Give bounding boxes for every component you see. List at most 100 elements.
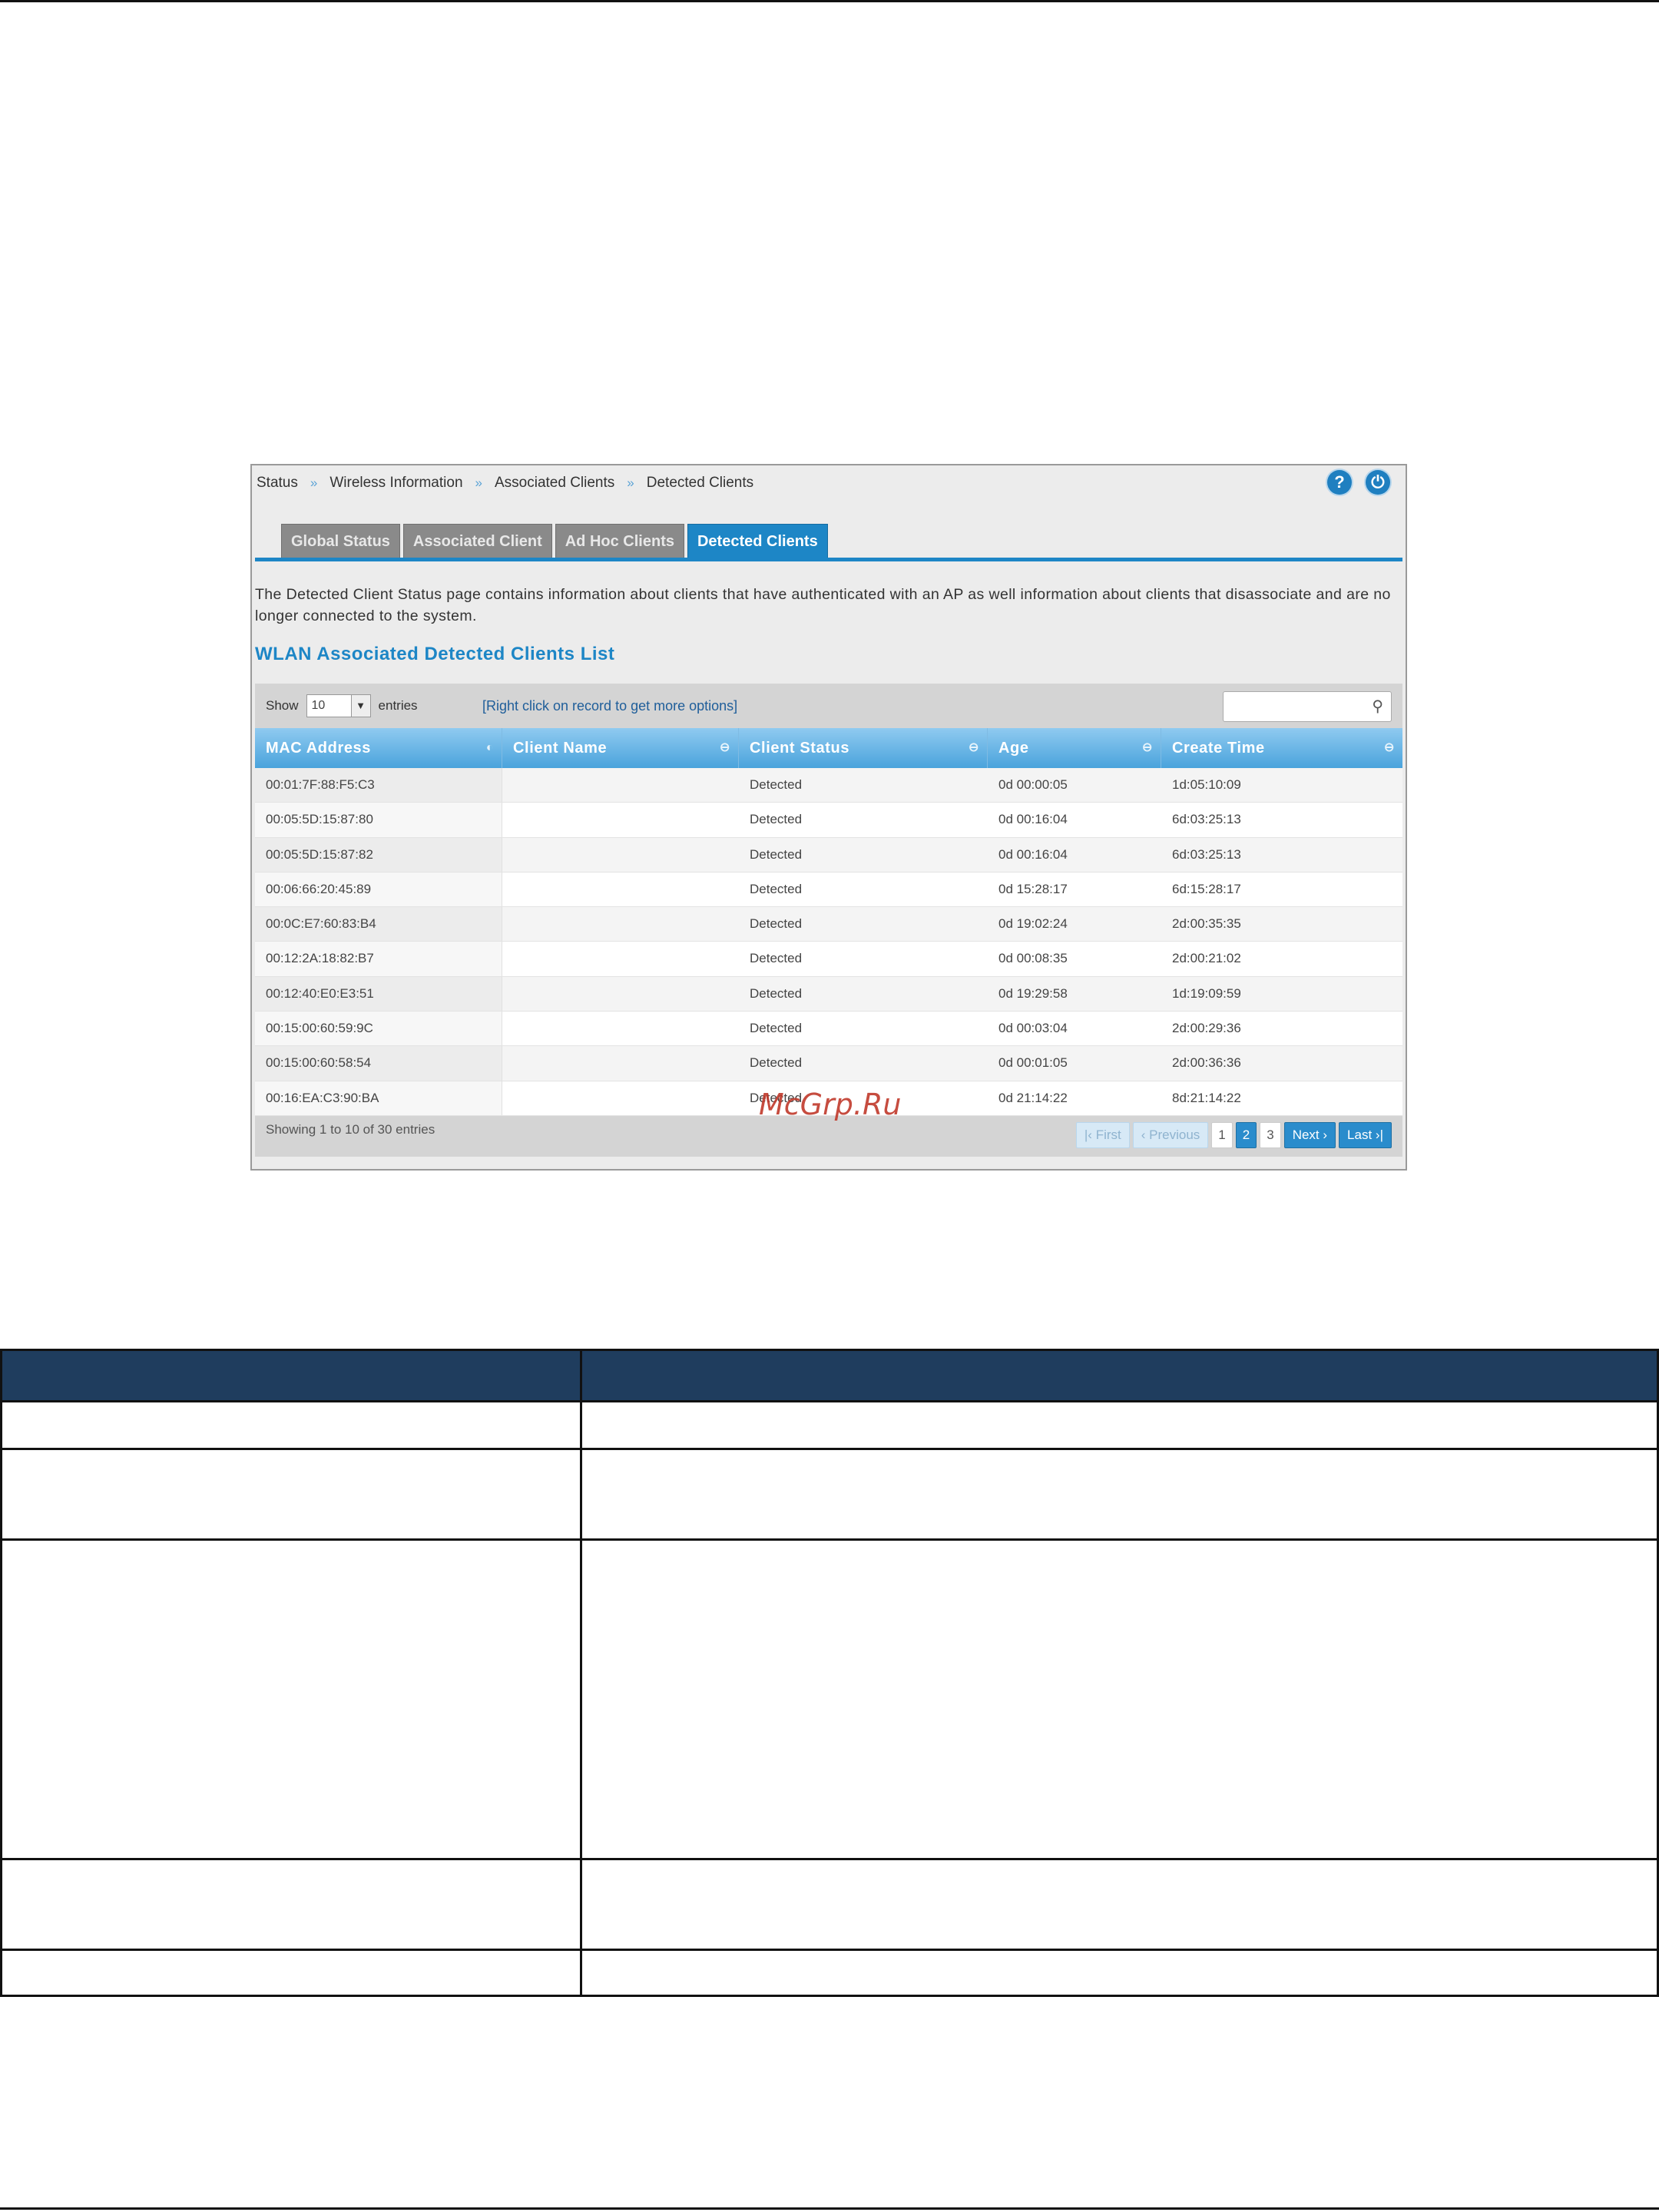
tab-associated-client[interactable]: Associated Client [402,524,552,558]
table-row[interactable]: 00:12:2A:18:82:B7 Detected 0d 00:08:35 2d:0… [255,942,1402,977]
description-table-row [0,1858,1659,1951]
show-label: Show [266,698,299,713]
top-rule [0,0,1659,2]
breadcrumb-separator: » [310,475,318,490]
cell-client-status: Detected [750,1021,803,1036]
column-header-client-status[interactable]: Client Status ⊖ [739,728,988,768]
cell-client-status: Detected [750,777,803,792]
sort-icon: ⊖ [1141,741,1153,754]
table-row[interactable]: 00:15:00:60:58:54 Detected 0d 00:01:05 2d:0… [255,1046,1402,1081]
table-row[interactable]: 00:01:7F:88:F5:C3 Detected 0d 00:00:05 1d:0… [255,768,1402,803]
cell-create-time: 6d:03:25:13 [1172,846,1241,862]
page-3-button[interactable]: 3 [1260,1122,1281,1148]
previous-page-button[interactable]: ‹ Previous [1132,1122,1209,1148]
cell-create-time: 6d:03:25:13 [1172,812,1241,827]
cell-client-status: Detected [750,812,803,827]
sort-icon: ⊖ [719,741,730,754]
column-header-age[interactable]: Age ⊖ [988,728,1161,768]
cell-age: 0d 00:16:04 [998,812,1068,827]
tab-global-status[interactable]: Global Status [281,524,400,558]
page-1-button[interactable]: 1 [1211,1122,1233,1148]
table-row[interactable]: 00:0C:E7:60:83:B4 Detected 0d 19:02:24 2d:0… [255,907,1402,942]
cell-client-status: Detected [750,1055,803,1071]
last-page-button[interactable]: Last ›| [1339,1122,1392,1148]
page-2-button[interactable]: 2 [1235,1122,1257,1148]
cell-mac-address: 00:12:40:E0:E3:51 [255,976,502,1012]
cell-mac-address: 00:12:2A:18:82:B7 [255,942,502,976]
entries-info: Showing 1 to 10 of 30 entries [266,1122,435,1137]
entries-label: entries [378,698,418,713]
description-table-row [0,1448,1659,1541]
watermark: McGrp.Ru [759,1088,902,1121]
description-table-row [0,1538,1659,1860]
table-row[interactable]: 00:12:40:E0:E3:51 Detected 0d 19:29:58 1d:1… [255,976,1402,1012]
search-input[interactable]: ⚲ [1223,691,1392,722]
cell-create-time: 2d:00:35:35 [1172,916,1241,932]
cell-age: 0d 00:03:04 [998,1021,1068,1036]
cell-client-status: Detected [750,881,803,896]
sort-icon: ⊖ [968,741,979,754]
entries-value: 10 [311,699,326,712]
next-page-button[interactable]: Next › [1283,1122,1336,1148]
column-header-create-time[interactable]: Create Time ⊖ [1161,728,1402,768]
description-table [0,1349,1659,1997]
page-description: The Detected Client Status page contains… [255,586,1391,624]
tab-underline [255,558,1402,561]
pagination: |‹ First ‹ Previous 1 2 3 Next › Last ›| [1075,1122,1392,1148]
right-click-hint: [Right click on record to get more optio… [482,698,738,714]
table-header: MAC Address ◐ Client Name ⊖ Client Status ⊖… [255,728,1402,768]
cell-mac-address: 00:15:00:60:58:54 [255,1046,502,1081]
sort-icon: ◐ [485,741,494,754]
cell-age: 0d 00:01:05 [998,1055,1068,1071]
cell-create-time: 1d:05:10:09 [1172,777,1241,792]
cell-client-name [502,1046,739,1080]
table-body: 00:01:7F:88:F5:C3 Detected 0d 00:00:05 1d:0… [255,768,1402,1116]
cell-client-status: Detected [750,846,803,862]
cell-client-name [502,768,739,802]
search-icon: ⚲ [1372,698,1383,715]
table-row[interactable]: 00:05:5D:15:87:82 Detected 0d 00:16:04 6d:0… [255,837,1402,873]
breadcrumb-item: Detected Clients [646,475,754,491]
breadcrumb-item[interactable]: Associated Clients [495,475,614,492]
cell-age: 0d 19:02:24 [998,916,1068,932]
header-cell [580,1349,1659,1402]
first-page-button[interactable]: |‹ First [1075,1122,1130,1148]
cell-create-time: 6d:15:28:17 [1172,881,1241,896]
table-row[interactable]: 00:06:66:20:45:89 Detected 0d 15:28:17 6d:1… [255,872,1402,908]
entries-select[interactable]: 10 ▼ [306,694,371,717]
cell-client-name [502,1012,739,1045]
clients-table: Show 10 ▼ entries [Right click on record… [255,684,1402,1157]
cell-client-status: Detected [750,916,803,932]
table-toolbar: Show 10 ▼ entries [Right click on record… [255,684,1402,728]
sort-icon: ⊖ [1383,741,1395,754]
tab-ad-hoc-clients[interactable]: Ad Hoc Clients [555,524,684,558]
cell-client-name [502,873,739,906]
cell-create-time: 2d:00:36:36 [1172,1055,1241,1071]
logout-icon[interactable]: ⏻ [1366,470,1390,495]
table-row[interactable]: 00:05:5D:15:87:80 Detected 0d 00:16:04 6d:0… [255,803,1402,838]
cell-age: 0d 00:08:35 [998,951,1068,966]
column-header-mac-address[interactable]: MAC Address ◐ [255,728,502,768]
cell-mac-address: 00:05:5D:15:87:82 [255,837,502,872]
cell-mac-address: 00:01:7F:88:F5:C3 [255,768,502,803]
column-header-client-name[interactable]: Client Name ⊖ [502,728,739,768]
cell-age: 0d 00:16:04 [998,846,1068,862]
description-table-row [0,1400,1659,1450]
entries-control: Show 10 ▼ entries [266,694,418,717]
cell-mac-address: 00:0C:E7:60:83:B4 [255,907,502,942]
cell-age: 0d 00:00:05 [998,777,1068,792]
table-row[interactable]: 00:15:00:60:59:9C Detected 0d 00:03:04 2d:0… [255,1012,1402,1047]
breadcrumb: Status » Wireless Information » Associat… [257,472,753,495]
help-icon[interactable]: ? [1327,470,1352,495]
breadcrumb-separator: » [627,475,634,490]
list-title: WLAN Associated Detected Clients List [255,644,615,664]
cell-mac-address: 00:15:00:60:59:9C [255,1012,502,1046]
cell-client-name [502,977,739,1011]
breadcrumb-item[interactable]: Wireless Information [329,475,462,492]
breadcrumb-item[interactable]: Status [257,475,298,492]
cell-client-name [502,803,739,836]
tab-detected-clients[interactable]: Detected Clients [687,524,828,558]
cell-create-time: 2d:00:21:02 [1172,951,1241,966]
chevron-down-icon: ▼ [350,695,370,717]
cell-create-time: 2d:00:29:36 [1172,1021,1241,1036]
